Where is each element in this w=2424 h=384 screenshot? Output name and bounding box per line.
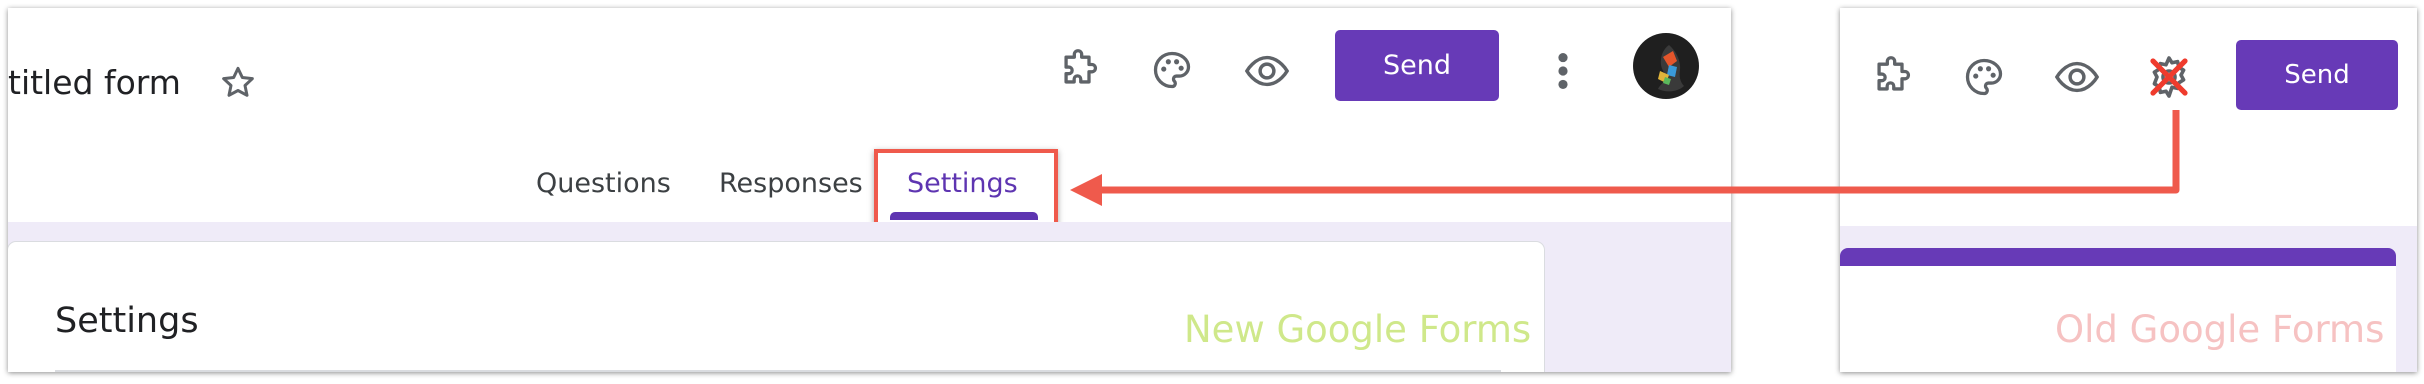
annotation-arrow <box>1070 110 2180 206</box>
